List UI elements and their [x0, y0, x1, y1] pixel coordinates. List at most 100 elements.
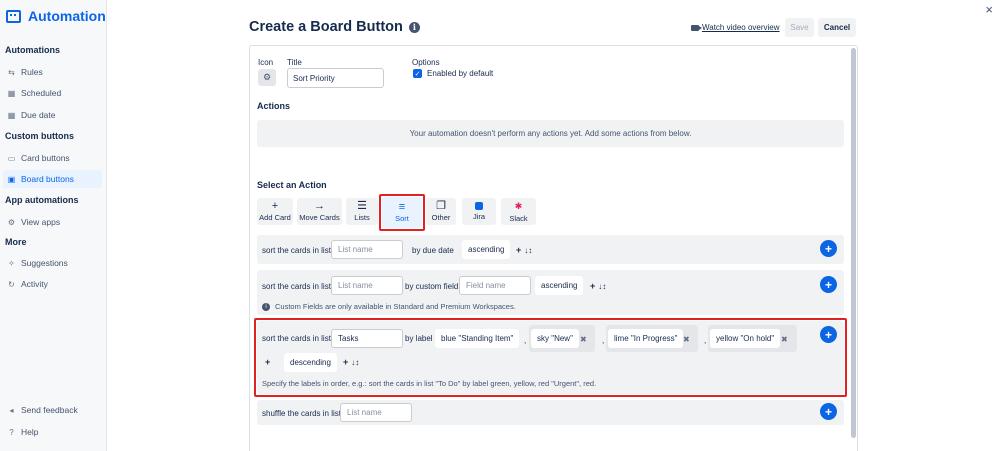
brand[interactable]: Automation [6, 8, 106, 24]
order-select[interactable]: ascending [462, 240, 511, 259]
sort-icon: ↓↕ [524, 245, 533, 255]
cancel-button[interactable]: Cancel [818, 18, 856, 37]
action-jira-button[interactable]: Jira [462, 198, 496, 225]
gears-icon: ⚙ [262, 72, 272, 82]
field-name-input[interactable]: Field name [459, 276, 531, 295]
sidebar-item-due-date[interactable]: ▦ Due date [3, 106, 102, 124]
icon-label: Icon [258, 58, 274, 67]
action-other-button[interactable]: ❐ Other [426, 198, 456, 225]
list-name-input[interactable]: List name [331, 276, 403, 295]
sidebar-item-help[interactable]: ? Help [3, 423, 102, 441]
sidebar-item-label: Board buttons [21, 174, 74, 184]
slack-icon: ✱ [514, 200, 523, 211]
sort-highlight [379, 194, 425, 231]
refresh-icon: ↻ [8, 279, 15, 289]
calendar-icon: ▦ [7, 88, 16, 98]
icon-picker-button[interactable]: ⚙ [258, 69, 276, 86]
row-prefix: sort the cards in list [262, 282, 331, 291]
sidebar-item-label: Send feedback [21, 405, 78, 415]
action-label: Lists [354, 213, 370, 222]
action-label: Other [431, 213, 451, 222]
board-icon: ▣ [7, 174, 16, 184]
action-add-card-button[interactable]: + Add Card [257, 198, 293, 225]
section-automations: Automations [5, 45, 60, 55]
sidebar-item-suggestions[interactable]: ✧ Suggestions [3, 254, 102, 272]
sidebar-item-rules[interactable]: ⇆ Rules [3, 63, 102, 81]
note-text: Custom Fields are only available in Stan… [275, 302, 516, 311]
watch-video-label: Watch video overview [702, 23, 780, 32]
by-due-date-text: by due date [412, 246, 454, 255]
add-sort-criteria[interactable]: + ↓↕ [516, 245, 532, 255]
action-label: Slack [509, 213, 528, 223]
sidebar-item-label: Suggestions [21, 258, 68, 268]
sidebar-item-activity[interactable]: ↻ Activity [3, 275, 102, 293]
save-button[interactable]: Save [785, 18, 814, 37]
action-move-cards-button[interactable]: → Move Cards [297, 198, 342, 225]
options-label: Options [412, 58, 440, 67]
enabled-checkbox[interactable]: ✓ [413, 69, 422, 78]
page-title: Create a Board Button i [249, 19, 420, 35]
sidebar-item-label: View apps [21, 217, 61, 227]
row-prefix: shuffle the cards in list [262, 409, 342, 418]
list-name-input[interactable]: List name [331, 240, 403, 259]
list-name-input[interactable]: List name [340, 403, 412, 422]
by-custom-field-text: by custom field [405, 282, 459, 291]
row-prefix: sort the cards in list [262, 246, 331, 255]
card-icon: ▭ [7, 153, 16, 163]
automation-app: Automation Automations ⇆ Rules ▦ Schedul… [0, 0, 999, 451]
sparkle-icon: ✧ [8, 258, 15, 268]
video-camera-icon [691, 24, 702, 31]
add-action-button[interactable]: + [820, 403, 837, 420]
jira-icon [475, 202, 483, 210]
action-label: Move Cards [299, 213, 340, 222]
action-label: Add Card [259, 213, 291, 222]
sidebar-item-label: Card buttons [21, 153, 70, 163]
select-action-heading: Select an Action [257, 180, 327, 190]
sidebar-item-board-buttons[interactable]: ▣ Board buttons [3, 170, 102, 188]
sort-icon: ↓↕ [598, 281, 607, 291]
gear-icon: ⚙ [7, 217, 16, 227]
info-icon[interactable]: i [408, 21, 420, 33]
scrollbar[interactable] [851, 48, 856, 438]
sidebar-item-card-buttons[interactable]: ▭ Card buttons [3, 149, 102, 167]
sidebar-item-label: Rules [21, 67, 43, 77]
page-title-text: Create a Board Button [249, 19, 403, 35]
watch-video-link[interactable]: Watch video overview [691, 23, 780, 32]
enabled-label: Enabled by default [427, 69, 494, 78]
plus-icon: + [590, 281, 596, 291]
add-sort-criteria[interactable]: + ↓↕ [590, 281, 606, 291]
sidebar-item-label: Scheduled [21, 88, 62, 98]
label-row-highlight [254, 318, 847, 397]
order-select[interactable]: ascending [535, 276, 584, 295]
actions-heading: Actions [257, 101, 291, 111]
sidebar-item-send-feedback[interactable]: ◂ Send feedback [3, 401, 102, 419]
section-app-automations: App automations [5, 195, 79, 205]
rules-icon: ⇆ [8, 67, 15, 77]
info-icon: i [262, 303, 270, 312]
action-lists-button[interactable]: ☰ Lists [346, 198, 378, 225]
sidebar-item-view-apps[interactable]: ⚙ View apps [3, 213, 102, 231]
arrow-right-icon: → [314, 200, 325, 212]
calendar-icon: ▦ [7, 110, 16, 120]
title-label: Title [287, 58, 302, 67]
action-slack-button[interactable]: ✱ Slack [501, 198, 536, 225]
title-input[interactable]: Sort Priority [287, 68, 384, 88]
sidebar-item-label: Help [21, 427, 39, 437]
add-action-button[interactable]: + [820, 240, 837, 257]
sidebar-item-label: Activity [21, 279, 48, 289]
section-more: More [5, 237, 27, 247]
megaphone-icon: ◂ [9, 405, 14, 415]
section-custom-buttons: Custom buttons [5, 131, 74, 141]
action-label: Jira [472, 212, 486, 221]
sidebar-item-scheduled[interactable]: ▦ Scheduled [3, 84, 102, 102]
sidebar-item-label: Due date [21, 110, 56, 120]
brand-title: Automation [28, 8, 106, 24]
sidebar: Automation Automations ⇆ Rules ▦ Schedul… [0, 0, 107, 451]
plus-icon: + [271, 200, 279, 212]
close-icon[interactable]: × [985, 2, 993, 17]
actions-empty-state: Your automation doesn't perform any acti… [257, 120, 844, 147]
custom-fields-note: i Custom Fields are only available in Sta… [262, 302, 516, 312]
add-action-button[interactable]: + [820, 276, 837, 293]
automation-icon [6, 9, 21, 23]
list-icon: ☰ [357, 200, 367, 212]
